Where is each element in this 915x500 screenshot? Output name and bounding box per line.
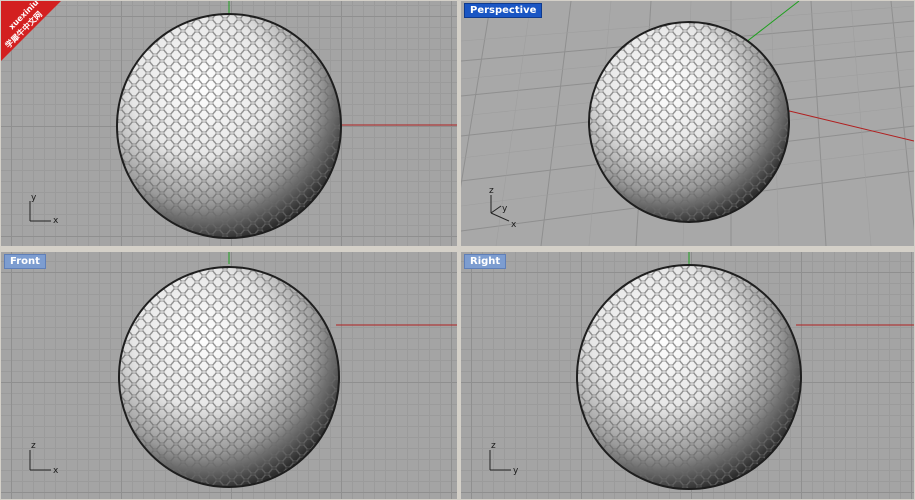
y-axis-line [740,1,800,47]
axis-y-label: y [502,204,508,214]
axis-indicator: x z [29,441,59,476]
golf-ball[interactable] [576,264,802,490]
viewport-right[interactable]: y z Right [461,252,914,499]
axis-indicator: x y z [489,186,517,230]
viewport-front[interactable]: x z Front [1,252,457,499]
axis-y-label: y [31,193,37,203]
axis-indicator: y z [489,441,519,476]
axis-indicator: x y [29,193,59,226]
viewport-label-perspective[interactable]: Perspective [464,3,543,18]
axis-y-label: y [513,466,519,476]
viewport-perspective[interactable]: x y z Perspective [461,1,914,246]
viewport-label-front[interactable]: Front [4,254,46,269]
axis-z-label: z [31,441,36,451]
golf-ball[interactable] [116,13,342,239]
axis-x-label: x [511,220,517,230]
watermark-logo: xuexiniu 学犀牛中文网 [1,1,61,61]
axis-z-label: z [491,441,496,451]
golf-ball[interactable] [118,266,340,488]
golf-ball[interactable] [588,21,790,223]
viewport-top[interactable]: x y xuexiniu 学犀牛中文网 [1,1,457,246]
axis-x-label: x [53,216,59,226]
axis-x-label: x [53,466,59,476]
axis-z-label: z [489,186,494,196]
viewport-label-right[interactable]: Right [464,254,507,269]
